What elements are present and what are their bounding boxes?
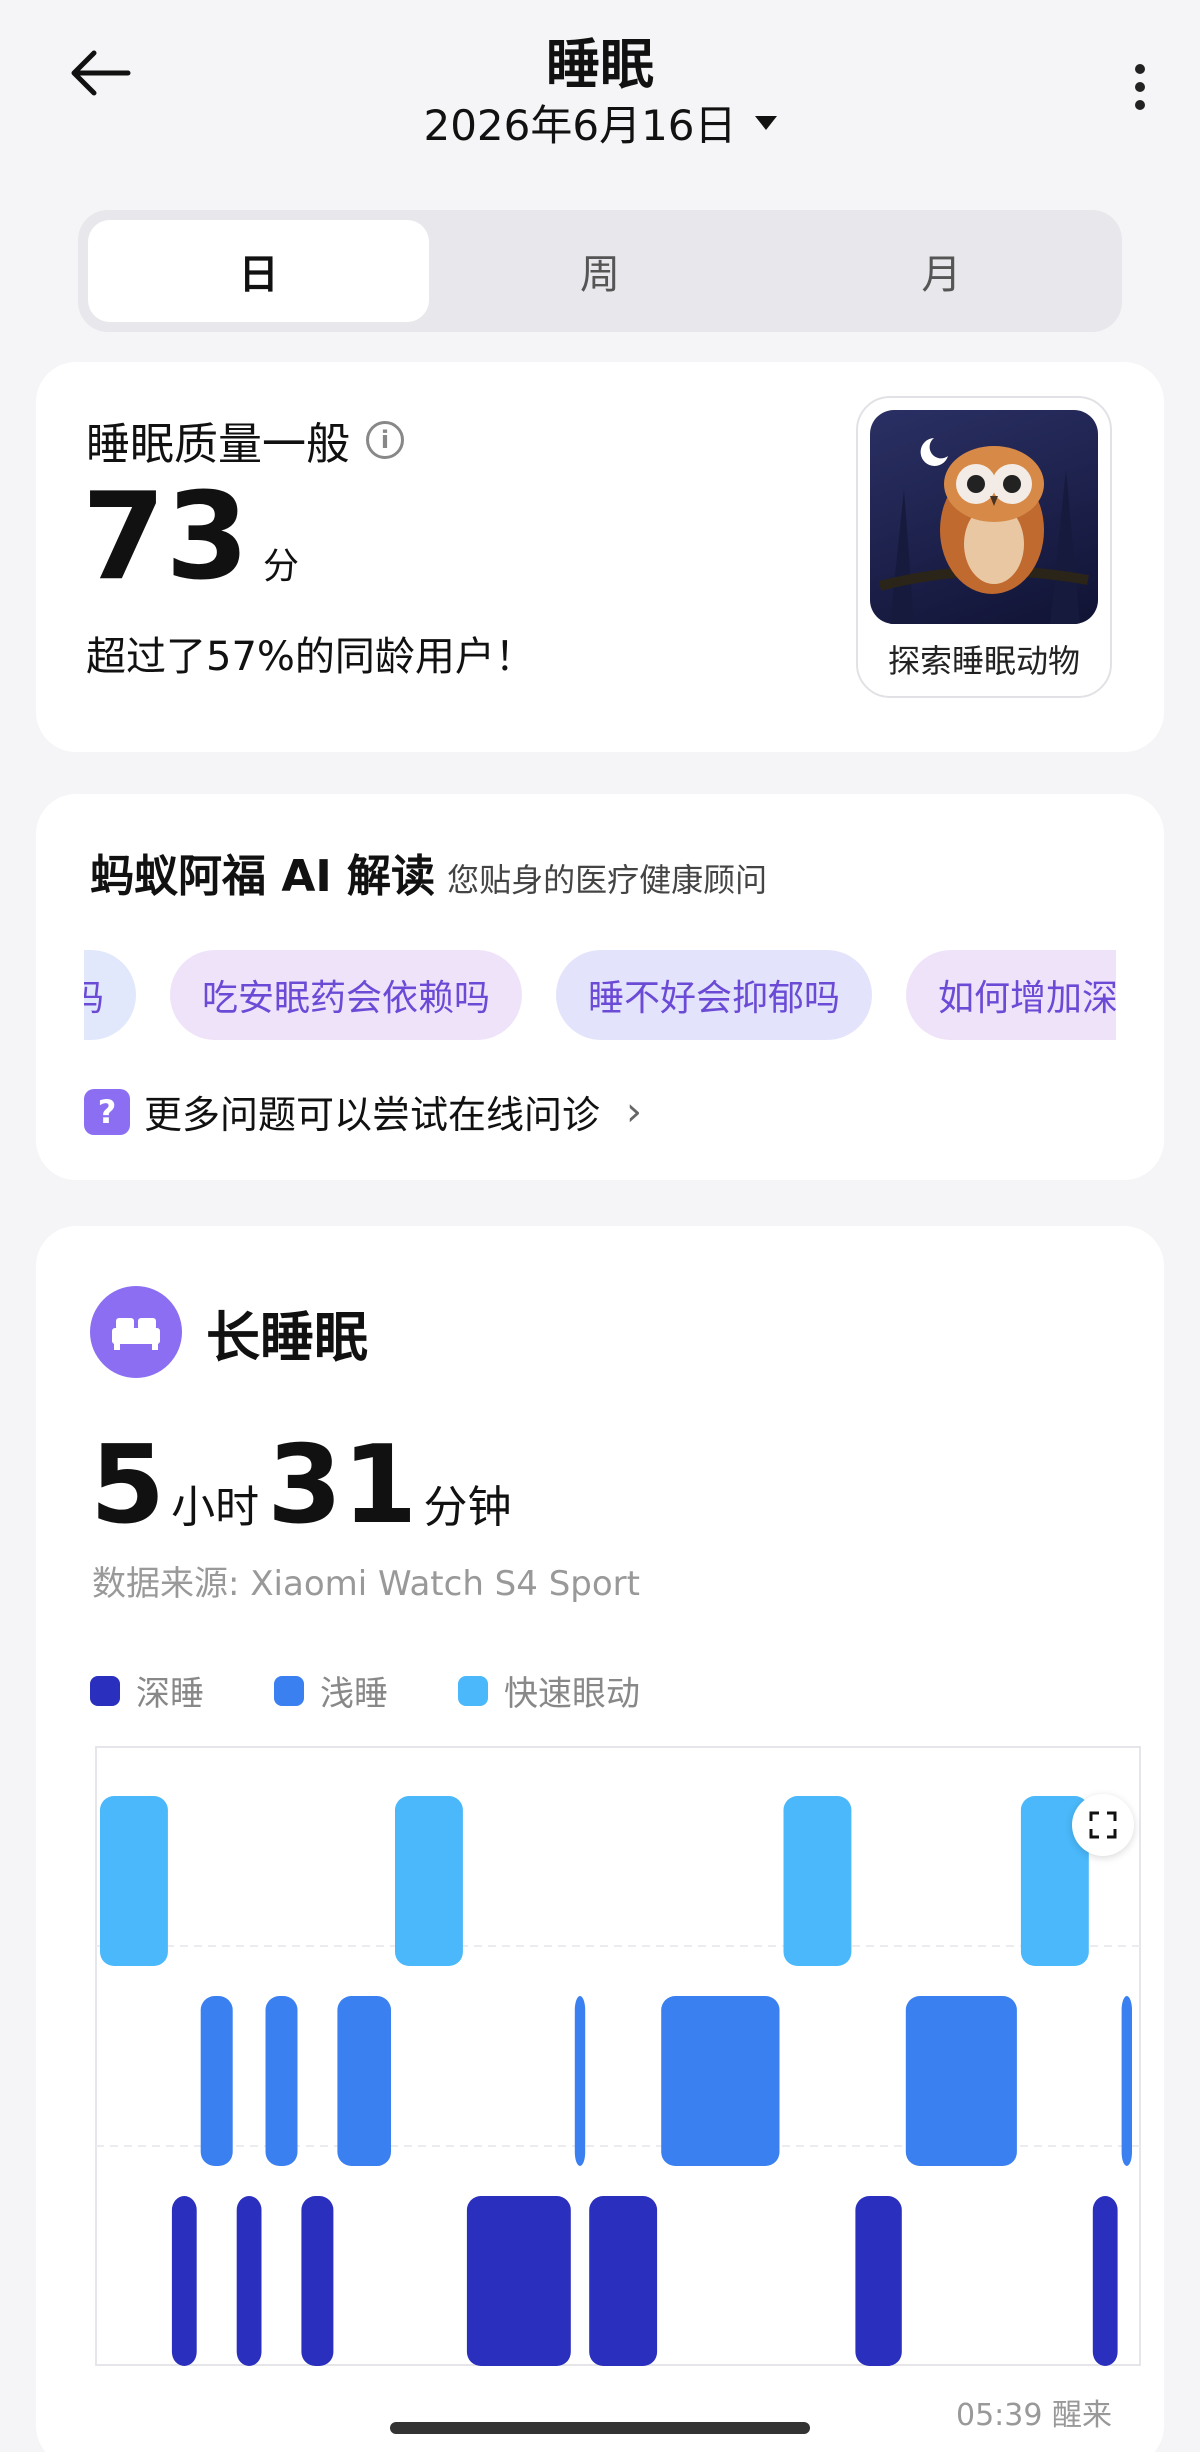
more-dot-icon [1135, 64, 1145, 74]
chevron-right-icon: › [626, 1088, 643, 1135]
sleep-type-label: 长睡眠 [206, 1305, 368, 1369]
exceed-text: 超过了57%的同龄用户！ [86, 634, 535, 680]
tab-day[interactable]: 日 [88, 220, 430, 322]
duration-hours: 5 [90, 1423, 166, 1548]
more-dot-icon [1135, 100, 1145, 110]
stage-segment [466, 2196, 571, 2366]
tab-week[interactable]: 周 [429, 220, 770, 322]
date-picker[interactable]: 2026年6月16日 [0, 92, 1200, 153]
date-label: 2026年6月16日 [423, 101, 737, 150]
online-consult-link[interactable]: ? 更多问题可以尝试在线问诊 › [84, 1084, 642, 1139]
sleep-stage-chart[interactable] [94, 1746, 1142, 2366]
more-dot-icon [1135, 82, 1145, 92]
legend-swatch [458, 1675, 488, 1706]
stage-segment [783, 1796, 852, 1966]
sleep-header: 长睡眠 [90, 1286, 368, 1378]
wake-time-label: 05:39 醒来 [956, 2398, 1112, 2433]
stage-segment [855, 2196, 902, 2366]
quality-label: 睡眠质量一般 [86, 419, 350, 470]
more-options-button[interactable] [1120, 52, 1160, 122]
stage-segment [589, 2196, 658, 2366]
score-unit: 分 [263, 546, 300, 587]
quality-row: 睡眠质量一般 i [86, 408, 404, 472]
header: 睡眠 2026年6月16日 [0, 0, 1200, 200]
stage-segment [1092, 2196, 1118, 2366]
question-chip[interactable]: 如何增加深睡 [906, 950, 1116, 1040]
question-chip[interactable]: 正常吗 [84, 950, 137, 1040]
score-row: 73 分 [82, 478, 299, 598]
page-title: 睡眠 [546, 33, 654, 96]
stage-segment [200, 1996, 233, 2166]
ai-subtitle: 您贴身的医疗健康顾问 [447, 861, 768, 899]
legend-swatch [90, 1675, 120, 1706]
stage-segment [1121, 1996, 1132, 2166]
stage-segment [171, 2196, 197, 2366]
bed-icon [90, 1286, 182, 1378]
question-icon: ? [84, 1088, 130, 1135]
period-tabs: 日 周 月 [78, 210, 1122, 332]
long-sleep-card: 长睡眠 5 小时 31 分钟 数据来源: Xiaomi Watch S4 Spo… [36, 1226, 1164, 2452]
sleep-duration: 5 小时 31 分钟 [90, 1432, 519, 1540]
legend-item-rem: 快速眼动 [458, 1666, 640, 1715]
expand-icon [1089, 1811, 1117, 1839]
stage-segment [265, 1996, 298, 2166]
home-indicator [390, 2422, 810, 2434]
more-questions-label: 更多问题可以尝试在线问诊 [144, 1093, 601, 1137]
legend-item-light: 浅睡 [274, 1666, 388, 1715]
sleep-score-card: 睡眠质量一般 i 73 分 超过了57%的同龄用户！ 探索睡眠动物 [36, 362, 1164, 752]
stage-segment [661, 1996, 780, 2166]
legend-label: 深睡 [136, 1674, 204, 1714]
legend-swatch [274, 1675, 304, 1706]
expand-button[interactable] [1072, 1794, 1134, 1856]
legend-item-deep: 深睡 [90, 1666, 204, 1715]
data-source: 数据来源: Xiaomi Watch S4 Sport [92, 1564, 640, 1604]
question-chips: 正常吗 吃安眠药会依赖吗 睡不好会抑郁吗 如何增加深睡 [84, 950, 1116, 1042]
ai-title: 蚂蚁阿福 AI 解读 [90, 851, 436, 902]
stage-segment [395, 1796, 463, 1966]
stage-segment [236, 2196, 262, 2366]
question-chip[interactable]: 吃安眠药会依赖吗 [170, 950, 523, 1040]
chart-legend: 深睡 浅睡 快速眼动 [90, 1666, 640, 1715]
stage-segment [905, 1996, 1017, 2166]
ai-title-row: 蚂蚁阿福 AI 解读 您贴身的医疗健康顾问 [90, 840, 767, 904]
tab-month[interactable]: 月 [771, 220, 1112, 322]
stage-segment [337, 1996, 391, 2166]
minutes-unit: 分钟 [423, 1482, 512, 1533]
question-chip[interactable]: 睡不好会抑郁吗 [556, 950, 873, 1040]
animal-label: 探索睡眠动物 [887, 642, 1080, 680]
duration-minutes: 31 [267, 1423, 418, 1548]
hours-unit: 小时 [171, 1482, 260, 1533]
stage-segment [301, 2196, 334, 2366]
sleep-animal-card[interactable]: 探索睡眠动物 [856, 396, 1112, 698]
stage-chart-svg [95, 1746, 1141, 2366]
stage-segment [574, 1996, 586, 2166]
ai-interpretation-card: 蚂蚁阿福 AI 解读 您贴身的医疗健康顾问 正常吗 吃安眠药会依赖吗 睡不好会抑… [36, 794, 1164, 1180]
legend-label: 快速眼动 [504, 1674, 640, 1714]
caret-down-icon [754, 115, 777, 130]
score-value: 73 [82, 468, 249, 607]
stage-segment [100, 1796, 168, 1966]
legend-label: 浅睡 [320, 1674, 388, 1714]
info-icon[interactable]: i [366, 421, 404, 459]
owl-illustration [870, 410, 1098, 624]
